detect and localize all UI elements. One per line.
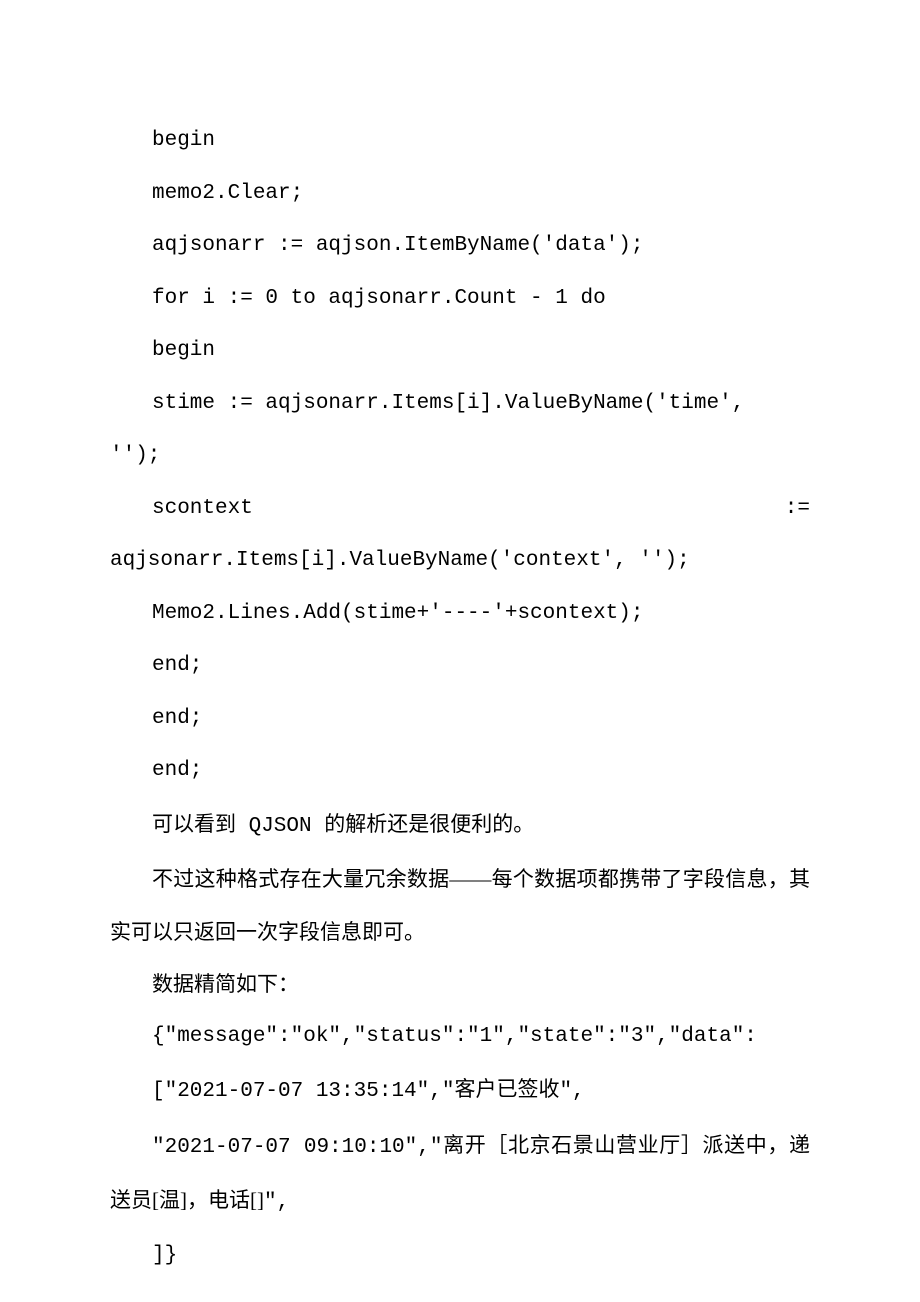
code-line: begin [110,325,810,378]
code-line: scontext := [110,483,810,536]
text-fragment: 可以看到 [152,812,236,836]
code-line: {"message":"ok","status":"1","state":"3"… [110,1011,810,1064]
code-line: Memo2.Lines.Add(stime+'----'+scontext); [110,588,810,641]
code-line: end; [110,693,810,746]
code-line: end; [110,745,810,798]
text-line: 可以看到 QJSON 的解析还是很便利的。 [110,798,810,854]
code-line: memo2.Clear; [110,168,810,221]
code-fragment: ["2021-07-07 13:35:14"," [152,1080,454,1103]
code-fragment: scontext [152,483,253,536]
code-fragment: stime := aqjsonarr.Items[i].ValueByName(… [152,378,744,431]
code-line: begin [110,115,810,168]
code-line: stime := aqjsonarr.Items[i].ValueByName(… [110,378,810,431]
code-line: aqjsonarr := aqjson.ItemByName('data'); [110,220,810,273]
text-fragment: QJSON [236,815,324,838]
code-fragment: ", [559,1080,584,1103]
code-line: aqjsonarr.Items[i].ValueByName('context'… [110,535,810,588]
code-fragment: "2021-07-07 09:10:10"," [152,1136,442,1159]
code-fragment: := [785,483,810,536]
code-line: ["2021-07-07 13:35:14","客户已签收", [110,1063,810,1119]
code-line: "2021-07-07 09:10:10","离开［北京石景山营业厅］派送中，递… [110,1119,810,1230]
text-fragment: 的解析还是很便利的。 [324,812,534,836]
code-line: for i := 0 to aqjsonarr.Count - 1 do [110,273,810,326]
code-line: end; [110,640,810,693]
code-line: ]} [110,1230,810,1283]
text-fragment: 客户已签收 [454,1077,559,1101]
document-content: begin memo2.Clear; aqjsonarr := aqjson.I… [110,115,810,1282]
code-fragment: ", [264,1191,289,1214]
text-line: 不过这种格式存在大量冗余数据——每个数据项都携带了字段信息，其实可以只返回一次字… [110,853,810,958]
code-line: ''); [110,430,810,483]
text-line: 数据精简如下： [110,958,810,1011]
